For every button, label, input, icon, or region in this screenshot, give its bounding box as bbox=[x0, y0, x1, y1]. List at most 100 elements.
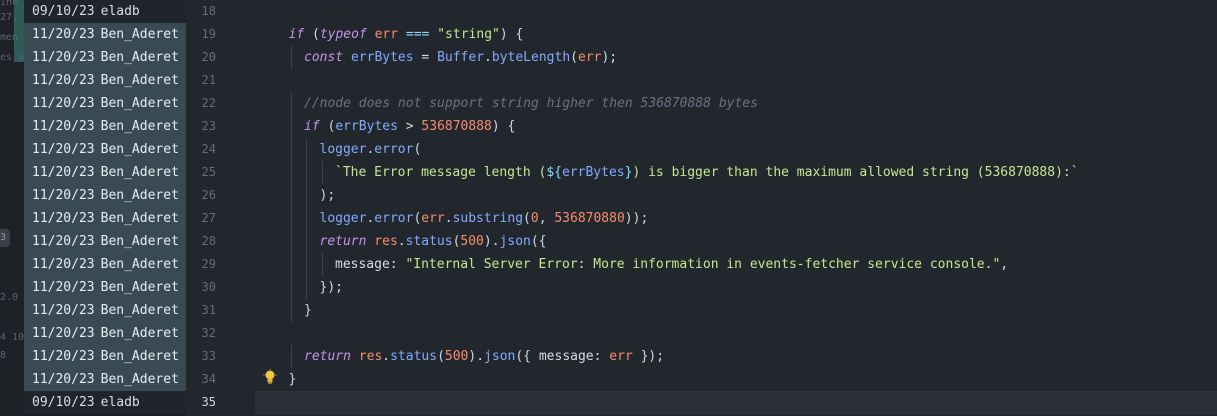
code-token: json bbox=[484, 349, 516, 364]
blame-row[interactable]: 11/20/23 Ben_Aderet bbox=[24, 115, 186, 138]
indent-guide bbox=[306, 161, 307, 184]
code-line: return res.status(500).json({ bbox=[320, 230, 547, 253]
blame-row[interactable]: 11/20/23 Ben_Aderet bbox=[24, 299, 186, 322]
current-line-highlight bbox=[255, 391, 1217, 414]
indent-guide bbox=[290, 46, 292, 69]
code-token: `The Error message length ( bbox=[335, 165, 547, 180]
side-panel-fragment: ine 27, men es a 3 2.0 4 10 8 bbox=[0, 0, 24, 416]
code-line: if (typeof err === "string") { bbox=[289, 23, 524, 46]
indent-guide bbox=[306, 276, 307, 299]
code-token: , bbox=[1000, 257, 1009, 272]
blame-row[interactable]: 11/20/23 Ben_Aderet bbox=[24, 345, 186, 368]
code-token: substring bbox=[452, 211, 524, 226]
blame-author: Ben_Aderet bbox=[100, 234, 179, 249]
line-number: 25 bbox=[201, 165, 216, 179]
indent-guide bbox=[290, 230, 292, 253]
code-line: message: "Internal Server Error: More in… bbox=[335, 253, 1008, 276]
code-token: if bbox=[304, 119, 320, 134]
blame-author: Ben_Aderet bbox=[100, 165, 179, 180]
code-token: return bbox=[304, 349, 351, 364]
code-token: > bbox=[397, 119, 422, 134]
blame-row[interactable]: 09/10/23 eladb bbox=[24, 391, 186, 414]
code-token: errBytes bbox=[561, 165, 625, 180]
blame-row[interactable]: 11/20/23 Ben_Aderet bbox=[24, 322, 186, 345]
code-token: Buffer bbox=[437, 50, 485, 65]
blame-author: Ben_Aderet bbox=[100, 73, 179, 88]
code-token: = bbox=[413, 50, 438, 65]
editor-window: ine 27, men es a 3 2.0 4 10 8 09/10/23 el… bbox=[0, 0, 1217, 416]
code-token: , bbox=[538, 211, 555, 226]
indent-guide bbox=[306, 207, 307, 230]
code-token: ). bbox=[483, 234, 500, 249]
indent-guide bbox=[306, 253, 307, 276]
code-line: } bbox=[289, 368, 297, 391]
line-number: 22 bbox=[201, 96, 216, 110]
blame-row[interactable]: 11/20/23 Ben_Aderet bbox=[24, 276, 186, 299]
code-token: 0 bbox=[530, 211, 539, 226]
line-number: 30 bbox=[201, 280, 216, 294]
blame-row[interactable]: 11/20/23 Ben_Aderet bbox=[24, 46, 186, 69]
blame-author: eladb bbox=[100, 4, 140, 19]
git-blame-column: 09/10/23 eladb 11/20/23 Ben_Aderet 11/20/23 B… bbox=[24, 0, 186, 416]
blame-author: Ben_Aderet bbox=[100, 280, 179, 295]
lightbulb-icon[interactable] bbox=[263, 369, 277, 385]
code-token: ). bbox=[468, 349, 485, 364]
code-token: const bbox=[304, 50, 344, 65]
line-number: 34 bbox=[201, 372, 216, 386]
indent-guide bbox=[290, 253, 292, 276]
blame-row[interactable]: 09/10/23 eladb bbox=[24, 0, 186, 23]
blame-author: Ben_Aderet bbox=[100, 211, 179, 226]
line-number: 23 bbox=[201, 119, 216, 133]
blame-author: Ben_Aderet bbox=[100, 326, 179, 341]
blame-date: 11/20/23 bbox=[32, 188, 95, 203]
code-line: const errBytes = Buffer.byteLength(err); bbox=[304, 46, 617, 69]
line-number: 21 bbox=[201, 73, 216, 87]
blame-date: 11/20/23 bbox=[32, 73, 95, 88]
blame-row[interactable]: 11/20/23 Ben_Aderet bbox=[24, 230, 186, 253]
code-token: status bbox=[405, 234, 453, 249]
side-text-fragment: 8 bbox=[0, 350, 7, 361]
blame-row[interactable]: 11/20/23 Ben_Aderet bbox=[24, 207, 186, 230]
indent-guide bbox=[290, 138, 292, 161]
line-number: 26 bbox=[201, 188, 216, 202]
blame-author: Ben_Aderet bbox=[100, 119, 179, 134]
code-token: res bbox=[358, 349, 383, 364]
line-number: 20 bbox=[201, 50, 216, 64]
indent-guide bbox=[290, 115, 292, 138]
code-token: ) is bigger than the maximum allowed str… bbox=[632, 165, 1079, 180]
code-token: 500 bbox=[444, 349, 469, 364]
blame-date: 11/20/23 bbox=[32, 50, 95, 65]
blame-row[interactable]: 11/20/23 Ben_Aderet bbox=[24, 161, 186, 184]
side-text-fragment: ine bbox=[0, 0, 19, 8]
line-number: 24 bbox=[201, 142, 216, 156]
blame-row[interactable]: 11/20/23 Ben_Aderet bbox=[24, 92, 186, 115]
blame-date: 11/20/23 bbox=[32, 211, 95, 226]
blame-row[interactable]: 11/20/23 Ben_Aderet bbox=[24, 138, 186, 161]
blame-date: 11/20/23 bbox=[32, 303, 95, 318]
side-text-fragment: 2.0 bbox=[0, 292, 19, 303]
indent-guide bbox=[306, 184, 307, 207]
blame-author: Ben_Aderet bbox=[100, 188, 179, 203]
blame-date: 09/10/23 bbox=[32, 395, 95, 410]
code-editor[interactable]: if (typeof err === "string") {const errB… bbox=[255, 0, 1217, 416]
code-token: : bbox=[593, 349, 610, 364]
blame-row[interactable]: 11/20/23 Ben_Aderet bbox=[24, 368, 186, 391]
line-number: 35 bbox=[201, 395, 216, 409]
blame-date: 11/20/23 bbox=[32, 349, 95, 364]
code-token: }); bbox=[632, 349, 665, 364]
line-number: 32 bbox=[201, 326, 216, 340]
blame-row[interactable]: 11/20/23 Ben_Aderet bbox=[24, 184, 186, 207]
code-token: ) { bbox=[499, 27, 524, 42]
code-token: errBytes bbox=[335, 119, 398, 134]
blame-row[interactable]: 11/20/23 Ben_Aderet bbox=[24, 253, 186, 276]
side-badge[interactable]: 3 bbox=[0, 229, 10, 247]
code-token: 536870880 bbox=[554, 211, 625, 226]
blame-date: 11/20/23 bbox=[32, 372, 95, 387]
blame-row[interactable]: 11/20/23 Ben_Aderet bbox=[24, 69, 186, 92]
blame-row[interactable]: 11/20/23 Ben_Aderet bbox=[24, 23, 186, 46]
code-token: err bbox=[421, 211, 445, 226]
code-line: return res.status(500).json({ message: e… bbox=[304, 345, 664, 368]
code-token: message bbox=[335, 257, 390, 272]
code-token: ( bbox=[523, 211, 531, 226]
